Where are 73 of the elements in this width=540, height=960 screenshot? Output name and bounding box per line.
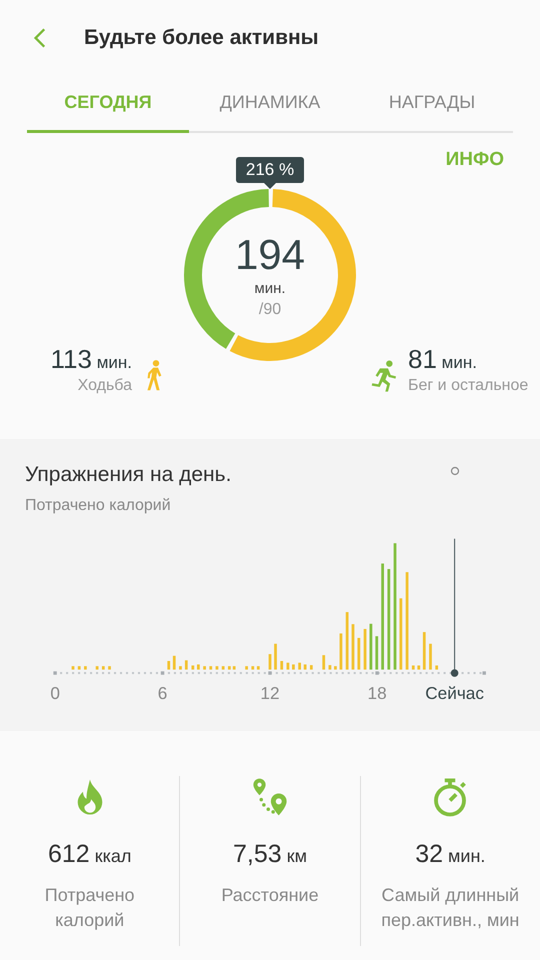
- activity-bar: [422, 632, 426, 670]
- activity-bar: [435, 665, 438, 670]
- activity-bar: [72, 666, 74, 670]
- axis-label: 12: [260, 682, 280, 703]
- activity-bar: [191, 665, 194, 670]
- activity-bar: [292, 664, 295, 670]
- tab[interactable]: СЕГОДНЯ: [27, 75, 189, 133]
- activity-bar: [251, 666, 254, 670]
- activity-bar: [417, 665, 420, 670]
- activity-bar: [298, 662, 301, 670]
- activity-bar: [352, 624, 354, 670]
- activity-bar: [228, 666, 231, 670]
- stat-value: 612 ккал: [48, 840, 132, 869]
- activity-bar: [102, 666, 105, 670]
- activity-bar: [400, 598, 402, 670]
- stat-value: 32 мин.: [415, 840, 486, 869]
- page-title: Будьте более активны: [84, 26, 319, 50]
- circle-icon: [450, 466, 460, 476]
- activity-label: Бег и остальное: [408, 377, 528, 395]
- activity-bar: [370, 624, 372, 670]
- activity-bar: [429, 644, 432, 670]
- activity-bar: [179, 666, 182, 670]
- tab[interactable]: ДИНАМИКА: [189, 75, 351, 133]
- stat-label: Потрачено калорий: [44, 884, 136, 932]
- chart-subtitle: Потрачено калорий: [25, 497, 172, 515]
- minutes-unit: мин.: [254, 280, 286, 296]
- activity-bar: [197, 664, 200, 670]
- activity-bar: [216, 666, 218, 670]
- info-link[interactable]: ИНФО: [446, 149, 504, 171]
- activity-bar: [108, 666, 111, 670]
- tab[interactable]: НАГРАДЫ: [351, 75, 513, 133]
- axis-label: 6: [158, 682, 168, 703]
- activity-bar: [346, 612, 349, 670]
- activity-bar: [322, 655, 326, 670]
- activity-label: Ходьба: [78, 377, 132, 395]
- activity-bar: [222, 666, 225, 670]
- activity-bar: [184, 660, 188, 670]
- activity-bar: [274, 644, 277, 670]
- activity-bar: [412, 665, 415, 670]
- activity-bar: [245, 666, 248, 670]
- activity-bar: [364, 628, 366, 670]
- activity-bar: [232, 666, 236, 670]
- activity-bar: [167, 661, 170, 670]
- total-minutes: 194: [234, 232, 306, 278]
- activity-bar: [340, 633, 342, 670]
- activity-bar: [78, 666, 81, 670]
- chart-title: Упражнения на день.: [25, 463, 232, 487]
- activity-bar: [375, 636, 378, 670]
- activity-bar: [357, 638, 360, 670]
- tooltip-pointer: [264, 183, 276, 189]
- activity-bar: [172, 656, 176, 670]
- activity-minutes: 113 мин.: [50, 344, 132, 375]
- activity-bar: [286, 662, 290, 670]
- stat-label: Самый длинный пер.активн., мин: [380, 884, 520, 932]
- activity-bar: [96, 666, 98, 670]
- activity-bar: [280, 661, 284, 670]
- activity-bar: [268, 654, 272, 670]
- axis-label: 18: [368, 682, 387, 703]
- activity-bar: [203, 666, 206, 670]
- activity-bar: [256, 666, 260, 670]
- activity-bar: [84, 666, 87, 670]
- activity-bar: [310, 665, 313, 670]
- percent-tooltip: 216 %: [236, 157, 304, 183]
- activity-bar: [209, 666, 212, 670]
- stat-value: 7,53 км: [233, 840, 307, 869]
- activity-bar: [328, 665, 332, 670]
- axis-label: Сейчас: [425, 682, 484, 703]
- stat-label: Расстояние: [220, 884, 320, 907]
- activity-bar: [304, 664, 306, 670]
- goal-text: /90: [258, 300, 282, 318]
- activity-minutes: 81 мин.: [408, 344, 478, 375]
- activity-bar: [334, 666, 337, 670]
- axis-label: 0: [50, 682, 60, 703]
